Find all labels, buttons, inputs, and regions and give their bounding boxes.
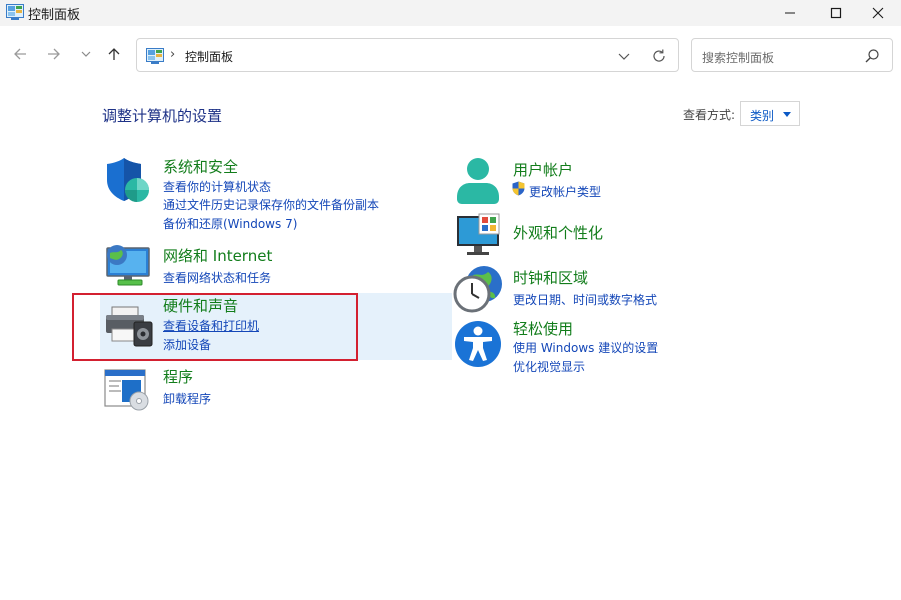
back-button[interactable] (8, 42, 32, 66)
search-input[interactable]: 搜索控制面板 (702, 49, 774, 66)
link-file-history[interactable]: 通过文件历史记录保存你的文件备份副本 (163, 196, 379, 213)
uac-shield-icon (512, 181, 525, 196)
category-title[interactable]: 网络和 Internet (163, 245, 272, 266)
category-title[interactable]: 系统和安全 (163, 156, 238, 177)
view-by-value[interactable]: 类别 (750, 107, 774, 124)
link-backup-restore[interactable]: 备份和还原(Windows 7) (163, 215, 297, 232)
category-title[interactable]: 时钟和区域 (513, 267, 588, 288)
window-title: 控制面板 (28, 8, 81, 23)
monitor-palette-icon[interactable] (456, 213, 502, 257)
search-box[interactable]: 搜索控制面板 (691, 38, 893, 72)
refresh-icon[interactable] (650, 47, 668, 65)
link-change-account-type[interactable]: 更改帐户类型 (529, 183, 601, 200)
forward-button[interactable] (42, 42, 66, 66)
minimize-button[interactable] (767, 0, 813, 26)
category-title[interactable]: 轻松使用 (513, 318, 573, 339)
category-title[interactable]: 用户帐户 (513, 159, 573, 180)
link-optimize-visual-display[interactable]: 优化视觉显示 (513, 358, 585, 375)
caret-down-icon (783, 112, 791, 117)
shield-icon[interactable] (104, 157, 150, 203)
programs-icon[interactable] (104, 369, 152, 411)
minimize-icon (785, 12, 795, 14)
view-by-label: 查看方式: (683, 108, 736, 122)
highlight-annotation-box (72, 293, 358, 361)
close-icon (872, 7, 884, 19)
link-uninstall-program[interactable]: 卸载程序 (163, 390, 211, 407)
link-network-status[interactable]: 查看网络状态和任务 (163, 269, 271, 286)
link-recommended-settings[interactable]: 使用 Windows 建议的设置 (513, 339, 658, 356)
category-title[interactable]: 程序 (163, 366, 193, 387)
recent-locations-button[interactable] (74, 42, 98, 66)
breadcrumb-separator[interactable]: › (170, 47, 175, 62)
breadcrumb-control-panel[interactable]: 控制面板 (185, 48, 233, 65)
link-view-computer-status[interactable]: 查看你的计算机状态 (163, 178, 271, 195)
arrow-right-icon (48, 48, 60, 60)
accessibility-icon[interactable] (454, 320, 502, 368)
maximize-button[interactable] (813, 0, 859, 26)
category-title[interactable]: 外观和个性化 (513, 222, 603, 243)
close-button[interactable] (855, 0, 901, 26)
address-bar[interactable]: › 控制面板 (136, 38, 679, 72)
control-panel-icon (6, 4, 24, 20)
clock-globe-icon[interactable] (452, 264, 504, 314)
link-change-date-time-format[interactable]: 更改日期、时间或数字格式 (513, 291, 657, 308)
network-icon[interactable] (104, 242, 152, 288)
search-icon[interactable] (864, 48, 880, 64)
view-by-dropdown[interactable]: 类别 (740, 101, 800, 126)
maximize-icon (830, 7, 842, 19)
control-panel-icon (146, 48, 164, 64)
chevron-down-icon[interactable] (616, 48, 632, 64)
up-button[interactable] (102, 42, 126, 66)
chevron-down-icon (81, 51, 91, 57)
arrow-left-icon (14, 48, 26, 60)
arrow-up-icon (108, 48, 120, 60)
page-title: 调整计算机的设置 (102, 107, 223, 125)
user-icon[interactable] (456, 157, 500, 205)
title-bar: 控制面板 (0, 0, 901, 26)
